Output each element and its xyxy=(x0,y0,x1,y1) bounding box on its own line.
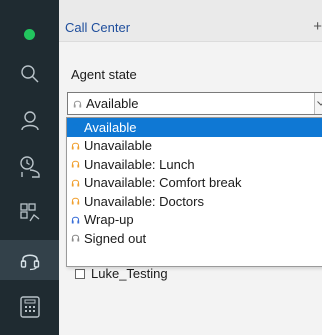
agent-state-option[interactable]: Unavailable: Doctors xyxy=(67,192,322,211)
presence-dot-icon xyxy=(24,28,35,40)
tree-checkbox[interactable] xyxy=(75,268,85,279)
agent-state-option[interactable]: Available xyxy=(67,118,322,137)
add-button[interactable]: + xyxy=(313,18,322,35)
apps-nav-button[interactable] xyxy=(0,193,59,233)
contacts-icon xyxy=(20,111,39,131)
agent-state-option[interactable]: Unavailable: Comfort break xyxy=(67,174,322,193)
panel-header: Call Center + xyxy=(59,0,322,42)
left-nav-rail xyxy=(0,0,59,335)
agent-state-option[interactable]: Wrap-up xyxy=(67,211,322,230)
search-nav-button[interactable] xyxy=(0,54,59,94)
headset-icon xyxy=(71,142,80,150)
agent-state-select[interactable]: Available xyxy=(67,92,322,115)
headset-icon xyxy=(73,100,82,107)
headset-icon xyxy=(71,235,80,242)
call-history-icon xyxy=(19,156,40,178)
agent-state-option-label: Available xyxy=(84,119,137,135)
tree-item-label: Luke_Testing xyxy=(91,266,168,281)
agent-state-option[interactable]: Unavailable: Lunch xyxy=(67,155,322,174)
agent-state-selected-text: Available xyxy=(86,96,139,111)
tree-item[interactable]: Luke_Testing xyxy=(75,266,168,281)
agent-state-selected: Available xyxy=(73,96,139,111)
agent-state-option-label: Wrap-up xyxy=(84,212,134,228)
dialpad-icon xyxy=(19,296,40,318)
agent-state-dropdown: Available Unavailable Unavailable: Lunch Un… xyxy=(66,117,322,267)
contacts-nav-button[interactable] xyxy=(0,101,59,141)
chevron-down-icon[interactable] xyxy=(314,93,322,114)
headset-icon xyxy=(71,124,80,131)
headset-icon xyxy=(71,161,80,168)
call-history-nav-button[interactable] xyxy=(0,147,59,187)
headset-icon xyxy=(20,254,39,271)
headset-icon xyxy=(71,179,80,187)
agent-state-option-label: Unavailable: Comfort break xyxy=(84,175,242,191)
apps-icon xyxy=(19,203,39,222)
presence-status-button[interactable] xyxy=(0,14,59,54)
agent-state-option-label: Signed out xyxy=(84,230,147,246)
agent-state-option[interactable]: Signed out xyxy=(67,229,322,248)
call-center-nav-button[interactable] xyxy=(0,240,59,280)
headset-icon xyxy=(71,198,80,205)
agent-state-option-label: Unavailable: Doctors xyxy=(84,193,204,209)
agent-state-label: Agent state xyxy=(71,67,137,82)
headset-icon xyxy=(71,216,80,224)
page-title: Call Center xyxy=(65,20,131,35)
dialpad-nav-button[interactable] xyxy=(0,287,59,327)
agent-state-option[interactable]: Unavailable xyxy=(67,137,322,156)
agent-state-option-label: Unavailable xyxy=(84,138,152,154)
agent-state-option-label: Unavailable: Lunch xyxy=(84,156,195,172)
search-icon xyxy=(20,65,38,83)
